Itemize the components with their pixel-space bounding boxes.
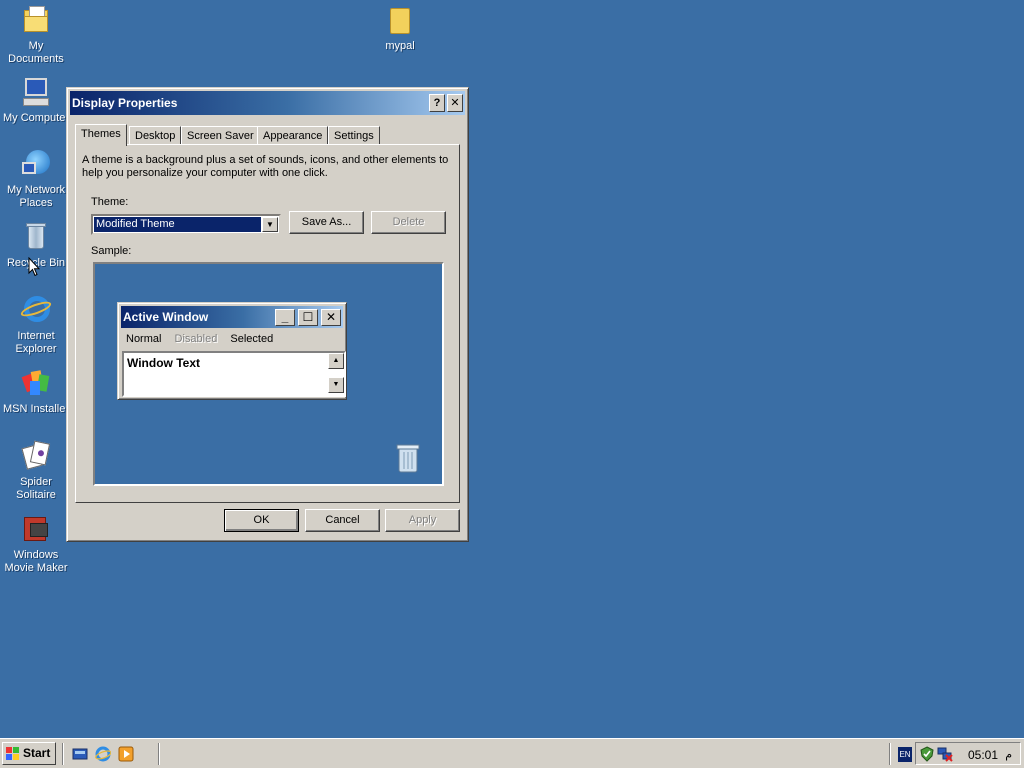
taskbar: Start EN 05:01 م — [0, 738, 1024, 768]
sample-text-area: Window Text ▲ ▼ — [122, 351, 346, 397]
my-computer-icon — [20, 76, 52, 108]
desktop-icon-network-places[interactable]: My Network Places — [0, 148, 72, 210]
chevron-down-icon[interactable]: ▼ — [262, 217, 278, 232]
desktop-icon-mypal[interactable]: mypal — [364, 4, 436, 53]
delete-button[interactable]: Delete — [371, 211, 446, 234]
display-properties-window: Display Properties ? ✕ Themes Desktop Sc… — [66, 87, 469, 542]
sample-active-window: Active Window _ ☐ ✕ Normal Disabled Sele… — [117, 302, 347, 400]
network-disconnected-icon[interactable] — [937, 746, 953, 762]
internet-explorer-icon — [19, 294, 53, 326]
taskbar-separator — [62, 743, 64, 765]
sample-title-bar: Active Window _ ☐ ✕ — [121, 306, 343, 328]
sample-menu-disabled: Disabled — [174, 333, 218, 345]
tab-screen-saver[interactable]: Screen Saver — [181, 126, 260, 145]
network-places-icon — [20, 148, 52, 180]
tab-desktop[interactable]: Desktop — [129, 126, 182, 145]
desktop-icon-label: My Computer — [2, 112, 70, 124]
clock[interactable]: 05:01 — [968, 748, 998, 762]
recycle-bin-icon — [396, 444, 420, 473]
theme-dropdown[interactable]: Modified Theme ▼ — [91, 214, 281, 235]
close-button[interactable]: ✕ — [447, 94, 463, 112]
sample-menu-bar: Normal Disabled Selected — [126, 333, 283, 345]
theme-description: A theme is a background plus a set of so… — [82, 154, 449, 179]
close-icon: ✕ — [321, 309, 341, 326]
language-indicator[interactable]: EN — [898, 747, 912, 762]
sample-menu-selected: Selected — [230, 333, 274, 345]
windows-flag-icon — [6, 747, 20, 760]
theme-dropdown-value: Modified Theme — [94, 217, 261, 232]
desktop-icon-spider-solitaire[interactable]: Spider Solitaire — [0, 440, 72, 502]
my-documents-icon — [20, 4, 52, 36]
title-bar[interactable]: Display Properties ? ✕ — [70, 91, 465, 115]
sample-window-title: Active Window — [123, 310, 209, 324]
help-button[interactable]: ? — [429, 94, 445, 112]
system-tray: 05:01 م — [915, 742, 1021, 765]
tab-settings[interactable]: Settings — [328, 126, 380, 145]
desktop-icon-label: Internet Explorer — [15, 330, 57, 355]
media-player-icon[interactable] — [118, 746, 134, 762]
desktop-icon-my-computer[interactable]: My Computer — [0, 76, 72, 125]
internet-explorer-icon[interactable] — [95, 746, 111, 762]
taskbar-separator — [889, 743, 891, 765]
minimize-icon: _ — [275, 309, 295, 326]
start-label: Start — [23, 746, 51, 760]
desktop-icon-label: Spider Solitaire — [16, 476, 56, 501]
mouse-pointer-icon — [28, 257, 40, 277]
desktop-icon-internet-explorer[interactable]: Internet Explorer — [0, 294, 72, 356]
sample-window-text: Window Text — [127, 356, 200, 370]
sample-menu-normal: Normal — [126, 333, 162, 345]
cancel-button[interactable]: Cancel — [305, 509, 380, 532]
save-as-button[interactable]: Save As... — [289, 211, 364, 234]
security-shield-icon[interactable] — [919, 746, 935, 762]
desktop-icon-label: mypal — [385, 40, 415, 52]
scroll-up-icon: ▲ — [328, 353, 344, 369]
show-desktop-icon[interactable] — [72, 746, 88, 762]
desktop-icon-label: My Network Places — [6, 184, 66, 209]
spider-solitaire-icon — [20, 440, 52, 472]
desktop-icon-label: Windows Movie Maker — [4, 549, 68, 574]
folder-icon — [384, 4, 416, 36]
ok-button[interactable]: OK — [224, 509, 299, 532]
recycle-bin-icon — [20, 221, 52, 253]
taskbar-separator — [158, 743, 160, 765]
tab-appearance[interactable]: Appearance — [257, 126, 329, 145]
maximize-icon: ☐ — [298, 309, 318, 326]
start-button[interactable]: Start — [2, 742, 56, 765]
sample-preview: Active Window _ ☐ ✕ Normal Disabled Sele… — [93, 262, 444, 486]
desktop-icon-movie-maker[interactable]: Windows Movie Maker — [0, 513, 72, 575]
theme-label: Theme: — [91, 196, 129, 208]
window-title: Display Properties — [72, 96, 178, 110]
clock-period: م — [1005, 749, 1012, 761]
tab-themes[interactable]: Themes — [75, 124, 127, 146]
desktop-icon-my-documents[interactable]: My Documents — [0, 4, 72, 66]
desktop-icon-msn-installer[interactable]: MSN Installer — [0, 367, 72, 416]
movie-maker-icon — [20, 513, 52, 545]
apply-button[interactable]: Apply — [385, 509, 460, 532]
desktop-icon-label: MSN Installer — [2, 403, 70, 415]
desktop-icon-label: My Documents — [8, 40, 64, 65]
sample-label: Sample: — [91, 245, 132, 257]
msn-installer-icon — [20, 367, 52, 399]
scroll-down-icon: ▼ — [328, 377, 344, 393]
